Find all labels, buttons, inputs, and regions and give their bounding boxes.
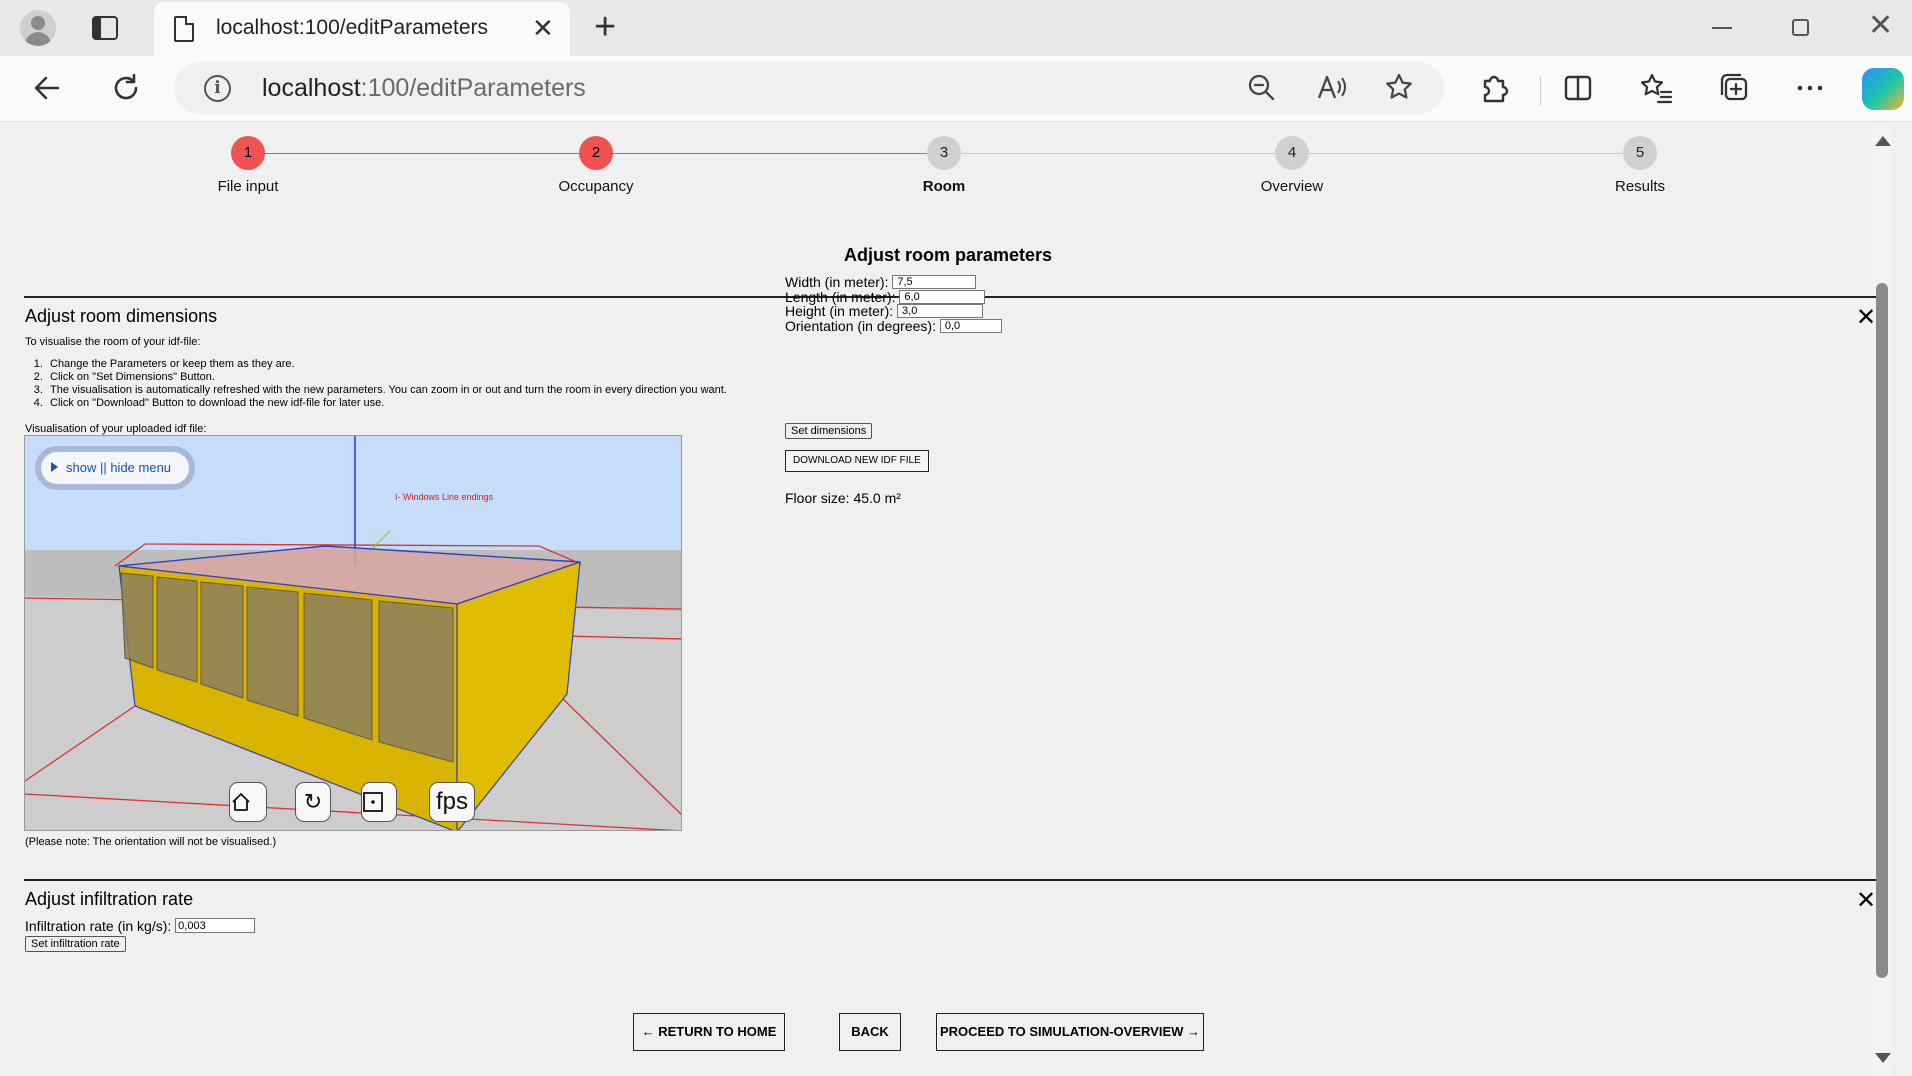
url-text[interactable]: localhost:100/editParameters	[262, 74, 586, 103]
tab-title: localhost:100/editParameters	[216, 16, 488, 39]
scrollbar-thumb[interactable]	[1876, 283, 1888, 978]
collections-icon[interactable]	[1712, 66, 1756, 110]
step-number: 1	[231, 136, 265, 170]
browser-tab-bar: localhost:100/editParameters ✕ + ✕	[0, 0, 1912, 56]
orientation-row: Orientation (in degrees):	[785, 317, 1002, 334]
dimensions-section-title[interactable]: Adjust room dimensions	[25, 306, 217, 327]
width-row: Width (in meter):	[785, 275, 1002, 290]
favorites-icon[interactable]	[1634, 66, 1678, 110]
fps-toggle[interactable]: fps	[429, 782, 475, 822]
instruction-item: The visualisation is automatically refre…	[46, 384, 727, 397]
section-divider	[24, 879, 1876, 881]
browser-tab[interactable]: localhost:100/editParameters ✕	[154, 2, 570, 56]
address-bar[interactable]: i localhost:100/editParameters	[174, 62, 1444, 114]
visualisation-label: Visualisation of your uploaded idf file:	[25, 423, 207, 435]
orientation-note: (Please note: The orientation will not b…	[25, 836, 277, 848]
step-label: Room	[922, 178, 966, 195]
intro-text: To visualise the room of your idf-file:	[25, 336, 201, 348]
step-number: 5	[1623, 136, 1657, 170]
set-dimensions-button[interactable]: Set dimensions	[785, 423, 873, 439]
play-icon	[51, 462, 58, 472]
room-3d-scene[interactable]: I- Windows Line endings	[25, 436, 682, 831]
set-infiltration-button[interactable]: Set infiltration rate	[25, 936, 126, 952]
page-content: 1 File input 2 Occupancy 3 Room 4 Overvi…	[8, 123, 1892, 1076]
read-aloud-icon[interactable]	[1316, 72, 1348, 109]
instruction-item: Click on "Set Dimensions" Button.	[46, 371, 727, 384]
infiltration-section-title[interactable]: Adjust infiltration rate	[25, 889, 193, 910]
more-icon[interactable]	[1788, 66, 1832, 110]
step-room: 3 Room	[864, 136, 1024, 195]
viewer-overlay-text: I- Windows Line endings	[395, 492, 494, 502]
step-number: 3	[927, 136, 961, 170]
refresh-icon[interactable]	[104, 66, 148, 110]
dimensions-form: Width (in meter): Length (in meter): Hei…	[785, 275, 1002, 333]
step-results: 5 Results	[1560, 136, 1720, 195]
extensions-icon[interactable]	[1472, 66, 1516, 110]
infiltration-input[interactable]	[175, 918, 256, 933]
step-number: 4	[1275, 136, 1309, 170]
length-row: Length (in meter):	[785, 289, 1002, 305]
window-close-icon[interactable]: ✕	[1868, 8, 1893, 43]
new-tab-icon[interactable]: +	[594, 6, 616, 49]
step-label: File input	[217, 178, 279, 195]
tab-actions-icon[interactable]	[92, 16, 118, 40]
step-occupancy: 2 Occupancy	[516, 136, 676, 195]
page-icon	[174, 16, 194, 42]
maximize-icon[interactable]	[1792, 19, 1809, 36]
back-icon[interactable]	[26, 66, 70, 110]
length-input[interactable]	[899, 289, 986, 304]
tab-close-icon[interactable]: ✕	[532, 13, 554, 44]
step-label: Overview	[1260, 178, 1324, 195]
step-overview: 4 Overview	[1212, 136, 1372, 195]
page-title: Adjust room parameters	[843, 245, 1053, 265]
zoom-out-icon[interactable]	[1246, 72, 1276, 109]
infiltration-label: Infiltration rate (in kg/s):	[25, 918, 172, 934]
scroll-up-icon[interactable]	[1875, 136, 1891, 146]
back-button[interactable]: BACK	[839, 1013, 901, 1051]
floor-size: Floor size: 45.0 m²	[785, 490, 901, 506]
orientation-label: Orientation (in degrees):	[785, 317, 936, 334]
show-hide-menu-button[interactable]: show || hide menu	[41, 452, 189, 484]
step-number: 2	[579, 136, 613, 170]
dimensions-close-icon[interactable]: ✕	[1856, 306, 1876, 330]
favorite-star-icon[interactable]	[1384, 72, 1414, 109]
fit-icon[interactable]	[361, 782, 397, 822]
step-label: Occupancy	[558, 178, 634, 195]
browser-toolbar: i localhost:100/editParameters	[0, 56, 1912, 122]
proceed-button[interactable]: PROCEED TO SIMULATION-OVERVIEW →	[936, 1013, 1204, 1051]
scroll-down-icon[interactable]	[1875, 1053, 1891, 1063]
width-input[interactable]	[892, 275, 977, 289]
step-file-input: 1 File input	[168, 136, 328, 195]
minimize-icon[interactable]	[1712, 27, 1732, 29]
info-icon[interactable]: i	[204, 75, 231, 102]
progress-stepper: 1 File input 2 Occupancy 3 Room 4 Overvi…	[8, 123, 1858, 213]
infiltration-row: Infiltration rate (in kg/s):	[25, 918, 256, 934]
orientation-input[interactable]	[939, 318, 1002, 333]
toolbar-separator	[1540, 76, 1541, 106]
split-screen-icon[interactable]	[1556, 66, 1600, 110]
download-idf-button[interactable]: DOWNLOAD NEW IDF FILE	[785, 450, 929, 472]
step-label: Results	[1614, 178, 1666, 195]
height-input[interactable]	[897, 304, 984, 318]
copilot-icon[interactable]	[1862, 68, 1904, 110]
height-row: Height (in meter):	[785, 304, 1002, 319]
instructions-list: Change the Parameters or keep them as th…	[46, 358, 727, 410]
room-3d-viewer[interactable]: I- Windows Line endings show || hide men…	[24, 435, 682, 831]
infiltration-close-icon[interactable]: ✕	[1856, 889, 1876, 913]
instruction-item: Change the Parameters or keep them as th…	[46, 358, 727, 371]
viewer-menu-toggle[interactable]: show || hide menu	[35, 446, 195, 490]
home-icon[interactable]	[229, 782, 267, 822]
instruction-item: Click on "Download" Button to download t…	[46, 397, 727, 410]
profile-icon[interactable]	[20, 10, 56, 46]
rotate-icon[interactable]: ↻	[295, 782, 331, 822]
return-home-button[interactable]: ← RETURN TO HOME	[633, 1013, 785, 1051]
